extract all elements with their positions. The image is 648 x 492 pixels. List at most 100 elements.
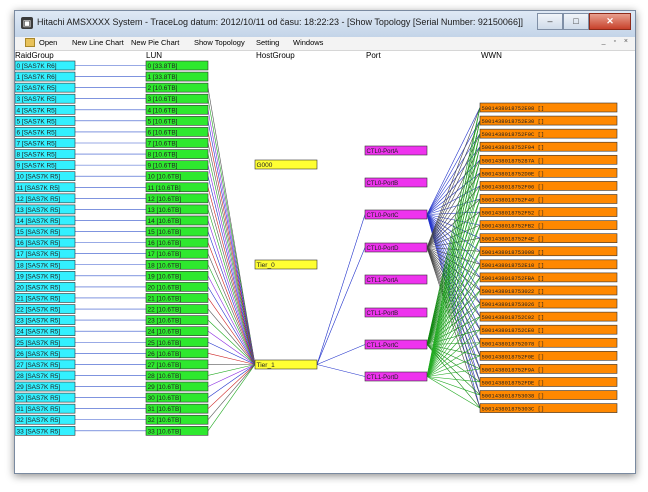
lun-node[interactable]: 2 [10.6TB] bbox=[145, 82, 209, 93]
lun-node[interactable]: 20 [10.6TB] bbox=[145, 282, 209, 292]
raidgroup-node[interactable]: 19 [SAS7K R5] bbox=[15, 271, 76, 281]
raidgroup-node[interactable]: 18 [SAS7K R5] bbox=[15, 259, 76, 270]
lun-node[interactable]: 27 [10.6TB] bbox=[145, 359, 209, 370]
wwn-node[interactable]: 5001438018752E10 [] bbox=[479, 259, 618, 270]
lun-node[interactable]: 24 [10.6TB] bbox=[145, 326, 209, 336]
wwn-node[interactable]: 5001438018752D0E [] bbox=[479, 168, 618, 178]
port-node[interactable]: CTL0-PortD bbox=[364, 242, 428, 253]
lun-node[interactable]: 0 [33.8TB] bbox=[145, 60, 209, 71]
raidgroup-node[interactable]: 15 [SAS7K R5] bbox=[15, 226, 76, 237]
raidgroup-node[interactable]: 25 [SAS7K R5] bbox=[15, 337, 76, 348]
lun-node[interactable]: 18 [10.6TB] bbox=[145, 259, 209, 270]
menu-new-line-chart[interactable]: New Line Chart bbox=[72, 38, 124, 47]
lun-node[interactable]: 19 [10.6TB] bbox=[145, 271, 209, 281]
raidgroup-node[interactable]: 6 [SAS7K R5] bbox=[15, 127, 76, 137]
port-node[interactable]: CTL0-PortB bbox=[364, 177, 428, 188]
wwn-node[interactable]: 5001438018752F0E [] bbox=[479, 351, 618, 361]
lun-node[interactable]: 14 [10.6TB] bbox=[145, 215, 209, 226]
lun-node[interactable]: 26 [10.6TB] bbox=[145, 348, 209, 359]
lun-node[interactable]: 23 [10.6TB] bbox=[145, 315, 209, 325]
lun-node[interactable]: 30 [10.6TB] bbox=[145, 392, 209, 403]
lun-node[interactable]: 1 [33.8TB] bbox=[145, 71, 209, 82]
lun-node[interactable]: 8 [10.6TB] bbox=[145, 149, 209, 159]
wwn-node[interactable]: 5001438018752FBA [] bbox=[479, 272, 618, 283]
lun-node[interactable]: 15 [10.6TB] bbox=[145, 226, 209, 237]
lun-node[interactable]: 11 [10.6TB] bbox=[145, 182, 209, 193]
raidgroup-node[interactable]: 24 [SAS7K R5] bbox=[15, 326, 76, 336]
wwn-node[interactable]: 5001438018753038 [] bbox=[479, 390, 618, 400]
raidgroup-node[interactable]: 9 [SAS7K R5] bbox=[15, 160, 76, 170]
close-button[interactable]: ✕ bbox=[589, 13, 631, 30]
menu-setting[interactable]: Setting bbox=[256, 38, 279, 47]
raidgroup-node[interactable]: 2 [SAS7K R5] bbox=[15, 82, 76, 93]
menu-open[interactable]: Open bbox=[39, 38, 57, 47]
lun-node[interactable]: 4 [10.6TB] bbox=[145, 104, 209, 115]
raidgroup-node[interactable]: 33 [SAS7K R5] bbox=[15, 426, 76, 436]
wwn-node[interactable]: 5001438018752CE0 [] bbox=[479, 324, 618, 335]
raidgroup-node[interactable]: 1 [SAS7K R6] bbox=[15, 71, 76, 82]
folder-open-icon[interactable] bbox=[25, 38, 35, 47]
port-node[interactable]: CTL1-PortD bbox=[364, 371, 428, 382]
lun-node[interactable]: 13 [10.6TB] bbox=[145, 204, 209, 215]
raidgroup-node[interactable]: 21 [SAS7K R5] bbox=[15, 293, 76, 303]
port-node[interactable]: CTL1-PortB bbox=[364, 307, 428, 318]
lun-node[interactable]: 17 [10.6TB] bbox=[145, 248, 209, 259]
terminal-icon[interactable]: ▣ bbox=[21, 17, 33, 29]
raidgroup-node[interactable]: 5 [SAS7K R5] bbox=[15, 116, 76, 126]
wwn-node[interactable]: 5001438018752FB2 [] bbox=[479, 220, 618, 230]
wwn-node[interactable]: 5001438018752F06 [] bbox=[479, 181, 618, 191]
wwn-node[interactable]: 5001438018752F9A [] bbox=[479, 364, 618, 374]
port-node[interactable]: CTL1-PortC bbox=[364, 339, 428, 350]
lun-node[interactable]: 33 [10.6TB] bbox=[145, 426, 209, 436]
raidgroup-node[interactable]: 27 [SAS7K R5] bbox=[15, 359, 76, 370]
raidgroup-node[interactable]: 20 [SAS7K R5] bbox=[15, 282, 76, 292]
raidgroup-node[interactable]: 23 [SAS7K R5] bbox=[15, 315, 76, 325]
wwn-node[interactable]: 5001438018752F52 [] bbox=[479, 207, 618, 217]
raidgroup-node[interactable]: 13 [SAS7K R5] bbox=[15, 204, 76, 215]
raidgroup-node[interactable]: 12 [SAS7K R5] bbox=[15, 193, 76, 204]
raidgroup-node[interactable]: 29 [SAS7K R5] bbox=[15, 381, 76, 392]
raidgroup-node[interactable]: 4 [SAS7K R5] bbox=[15, 104, 76, 115]
maximize-button[interactable]: □ bbox=[563, 13, 589, 30]
wwn-node[interactable]: 5001438018752F40 [] bbox=[479, 194, 618, 204]
lun-node[interactable]: 22 [10.6TB] bbox=[145, 304, 209, 314]
port-node[interactable]: CTL0-PortA bbox=[364, 145, 428, 156]
lun-node[interactable]: 31 [10.6TB] bbox=[145, 403, 209, 414]
raidgroup-node[interactable]: 22 [SAS7K R5] bbox=[15, 304, 76, 314]
raidgroup-node[interactable]: 7 [SAS7K R5] bbox=[15, 138, 76, 148]
wwn-node[interactable]: 5001438018753026 [] bbox=[479, 298, 618, 309]
raidgroup-node[interactable]: 14 [SAS7K R5] bbox=[15, 215, 76, 226]
port-node[interactable]: CTL0-PortC bbox=[364, 209, 428, 220]
lun-node[interactable]: 29 [10.6TB] bbox=[145, 381, 209, 392]
title-bar[interactable]: ▣ Hitachi AMSXXXX System - TraceLog datu… bbox=[15, 11, 635, 38]
wwn-node[interactable]: 500143801875303C [] bbox=[479, 403, 618, 413]
raidgroup-node[interactable]: 32 [SAS7K R5] bbox=[15, 414, 76, 425]
hostgroup-node[interactable]: Tier_0 bbox=[254, 259, 318, 270]
lun-node[interactable]: 28 [10.6TB] bbox=[145, 370, 209, 381]
lun-node[interactable]: 21 [10.6TB] bbox=[145, 293, 209, 303]
wwn-node[interactable]: 5001438018753008 [] bbox=[479, 246, 618, 257]
wwn-node[interactable]: 5001438018752E30 [] bbox=[479, 115, 618, 126]
lun-node[interactable]: 6 [10.6TB] bbox=[145, 127, 209, 137]
minimize-button[interactable]: – bbox=[537, 13, 563, 30]
wwn-node[interactable]: 5001438018752FDE [] bbox=[479, 377, 618, 387]
wwn-node[interactable]: 5001438018752F0C [] bbox=[479, 128, 618, 139]
lun-node[interactable]: 9 [10.6TB] bbox=[145, 160, 209, 170]
raidgroup-node[interactable]: 0 [SAS7K R6] bbox=[15, 60, 76, 71]
raidgroup-node[interactable]: 26 [SAS7K R5] bbox=[15, 348, 76, 359]
raidgroup-node[interactable]: 17 [SAS7K R5] bbox=[15, 248, 76, 259]
lun-node[interactable]: 5 [10.6TB] bbox=[145, 116, 209, 126]
raidgroup-node[interactable]: 8 [SAS7K R5] bbox=[15, 149, 76, 159]
lun-node[interactable]: 3 [10.6TB] bbox=[145, 93, 209, 104]
raidgroup-node[interactable]: 10 [SAS7K R5] bbox=[15, 171, 76, 181]
lun-node[interactable]: 12 [10.6TB] bbox=[145, 193, 209, 204]
raidgroup-node[interactable]: 16 [SAS7K R5] bbox=[15, 237, 76, 248]
lun-node[interactable]: 10 [10.6TB] bbox=[145, 171, 209, 181]
wwn-node[interactable]: 5001438018752E08 [] bbox=[479, 102, 618, 113]
menu-windows[interactable]: Windows bbox=[293, 38, 323, 47]
wwn-node[interactable]: 5001438018753022 [] bbox=[479, 285, 618, 296]
wwn-node[interactable]: 5001438018752F4E [] bbox=[479, 233, 618, 243]
menu-new-pie-chart[interactable]: New Pie Chart bbox=[131, 38, 179, 47]
wwn-node[interactable]: 5001438018752F94 [] bbox=[479, 141, 618, 152]
lun-node[interactable]: 25 [10.6TB] bbox=[145, 337, 209, 348]
